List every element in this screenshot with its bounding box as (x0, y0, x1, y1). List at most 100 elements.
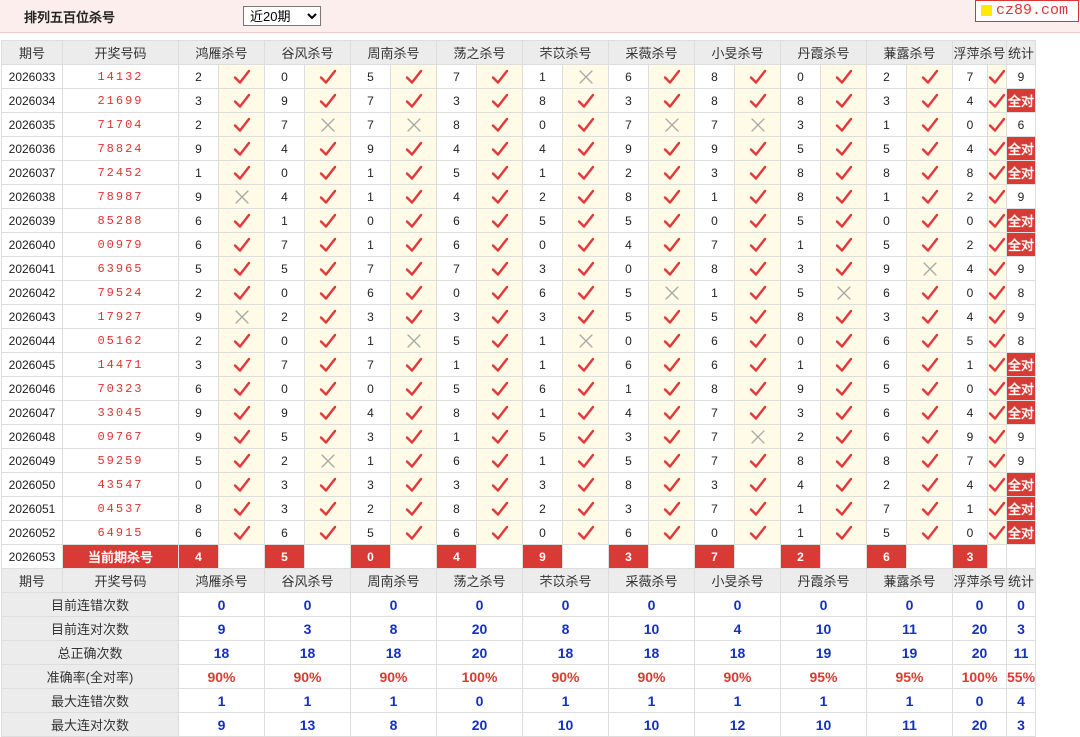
all-correct-badge: 全对 (1005, 520, 1037, 545)
stats-value: 0 (952, 592, 1007, 617)
kill-number-cell: 0 (264, 280, 305, 305)
check-icon (835, 501, 852, 516)
check-icon (491, 333, 508, 348)
kill-number-cell: 6 (694, 328, 735, 353)
kill-number-cell: 8 (522, 88, 563, 113)
result-mark-cell (987, 448, 1007, 473)
current-kill-number: 4 (436, 544, 477, 569)
period-cell: 2026037 (1, 160, 63, 185)
kill-number-cell: 5 (522, 208, 563, 233)
check-icon (835, 93, 852, 108)
kill-number-cell: 6 (178, 376, 219, 401)
site-badge[interactable]: cz89.com (975, 0, 1079, 22)
result-mark-cell (648, 208, 695, 233)
period-range-select[interactable]: 近20期 (243, 6, 321, 26)
period-cell: 2026051 (1, 496, 63, 521)
period-cell: 2026039 (1, 208, 63, 233)
cross-icon (234, 189, 249, 204)
stats-row: 总正确次数 18 18 18 20 18 18 18 19 19 20 11 (1, 640, 1037, 665)
kill-number-cell: 7 (952, 448, 988, 473)
result-mark-cell (562, 136, 609, 161)
check-icon (749, 309, 766, 324)
stats-row: 最大连错次数 1 1 1 0 1 1 1 1 1 0 4 (1, 688, 1037, 713)
kill-number-cell: 7 (694, 424, 735, 449)
column-header: 丹霞杀号 (780, 40, 867, 65)
result-mark-cell (390, 280, 437, 305)
result-mark-cell (987, 496, 1007, 521)
kill-number-cell: 7 (694, 400, 735, 425)
stats-total: 3 (1005, 616, 1037, 641)
result-mark-cell (562, 352, 609, 377)
check-icon (233, 93, 250, 108)
stats-value: 1 (178, 688, 265, 713)
table-row: 2026047 33045 9 9 4 8 1 4 7 3 6 4 全对 (1, 400, 1037, 425)
result-mark-cell (562, 496, 609, 521)
kill-number-cell: 6 (436, 232, 477, 257)
result-mark-cell (476, 208, 523, 233)
kill-number-cell: 5 (178, 256, 219, 281)
stats-total: 55% (1005, 664, 1037, 689)
result-mark-cell (218, 256, 265, 281)
kill-number-cell: 4 (436, 184, 477, 209)
stats-value: 3 (264, 616, 351, 641)
kill-number-cell: 7 (694, 112, 735, 137)
result-mark-cell (562, 304, 609, 329)
result-mark-cell (734, 136, 781, 161)
check-icon (233, 477, 250, 492)
check-icon (921, 141, 938, 156)
kill-number-cell: 0 (522, 232, 563, 257)
kill-number-cell: 0 (952, 280, 988, 305)
kill-number-cell: 5 (264, 256, 305, 281)
check-icon (405, 429, 422, 444)
check-icon (491, 189, 508, 204)
kill-number-cell: 3 (436, 88, 477, 113)
kill-number-cell: 5 (866, 232, 907, 257)
result-mark-cell (304, 448, 351, 473)
stats-total: 0 (1005, 592, 1037, 617)
check-icon (835, 213, 852, 228)
check-icon (405, 477, 422, 492)
table-row: 2026046 70323 6 0 0 5 6 1 8 9 5 0 全对 (1, 376, 1037, 401)
stats-value: 0 (178, 592, 265, 617)
result-mark-cell (734, 232, 781, 257)
column-header: 芣苡杀号 (522, 568, 609, 593)
check-icon (319, 93, 336, 108)
check-icon (988, 477, 1006, 492)
result-mark-cell (906, 352, 953, 377)
result-mark-cell (562, 448, 609, 473)
stats-value: 1 (866, 688, 953, 713)
result-mark-cell (218, 304, 265, 329)
stats-value: 9 (178, 712, 265, 737)
result-mark-cell (218, 280, 265, 305)
result-mark-cell (906, 496, 953, 521)
result-mark-cell (390, 64, 437, 89)
check-icon (577, 213, 594, 228)
kill-number-cell: 1 (350, 160, 391, 185)
kill-number-cell: 4 (264, 184, 305, 209)
current-kill-number: 7 (694, 544, 735, 569)
check-icon (988, 69, 1006, 84)
check-icon (491, 117, 508, 132)
result-mark-cell (987, 424, 1007, 449)
result-mark-cell (390, 112, 437, 137)
kill-number-cell: 1 (522, 328, 563, 353)
current-period-cell: 2026053 (1, 544, 63, 569)
kill-number-cell: 0 (264, 160, 305, 185)
top-bar: 排列五百位杀号 近20期 cz89.com (0, 0, 1080, 33)
kill-number-cell: 2 (350, 496, 391, 521)
period-cell: 2026034 (1, 88, 63, 113)
kill-number-cell: 2 (264, 304, 305, 329)
stats-value: 10 (608, 616, 695, 641)
kill-number-cell: 2 (178, 112, 219, 137)
result-mark-cell (906, 136, 953, 161)
stats-value: 0 (522, 592, 609, 617)
check-icon (319, 405, 336, 420)
kill-number-cell: 0 (952, 376, 988, 401)
result-mark-cell (476, 520, 523, 545)
winning-number-cell: 72452 (62, 160, 179, 185)
kill-number-cell: 1 (608, 376, 649, 401)
check-icon (319, 381, 336, 396)
kill-number-cell: 8 (694, 88, 735, 113)
kill-number-cell: 0 (522, 520, 563, 545)
kill-number-cell: 3 (350, 304, 391, 329)
